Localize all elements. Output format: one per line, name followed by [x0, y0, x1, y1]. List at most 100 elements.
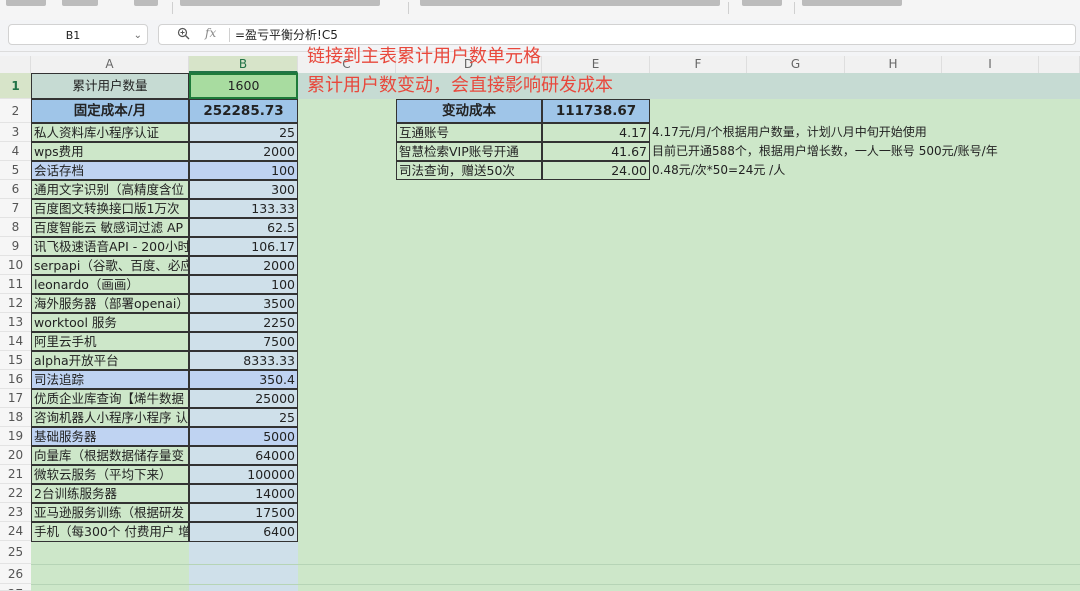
column-header-a[interactable]: A	[31, 56, 189, 73]
variable-cost-note[interactable]: 4.17元/月/个根据用户数量，计划八月中旬开始使用	[652, 123, 927, 142]
fixed-cost-item-value[interactable]: 100	[189, 161, 298, 180]
fixed-cost-item-name[interactable]: 阿里云手机	[31, 332, 189, 351]
row-header[interactable]: 8	[0, 218, 31, 237]
user-count-label[interactable]: 累计用户数量	[31, 73, 189, 99]
row-header[interactable]: 3	[0, 123, 31, 142]
variable-cost-note[interactable]: 0.48元/次*50=24元 /人	[652, 161, 785, 180]
fixed-cost-item-value[interactable]: 8333.33	[189, 351, 298, 370]
fixed-cost-item-name[interactable]: serpapi（谷歌、百度、必应	[31, 256, 189, 275]
column-header-b[interactable]: B	[189, 56, 298, 73]
fixed-cost-item-name[interactable]: 手机（每300个 付费用户 增	[31, 522, 189, 542]
row-header[interactable]: 4	[0, 142, 31, 161]
fixed-cost-item-name[interactable]: 微软云服务（平均下来）	[31, 465, 189, 484]
fixed-cost-item-name[interactable]: leonardo（画画）	[31, 275, 189, 294]
fixed-cost-item-name[interactable]: wps费用	[31, 142, 189, 161]
row-header[interactable]: 20	[0, 446, 31, 465]
row-header[interactable]: 27	[0, 584, 31, 591]
row-header[interactable]: 12	[0, 294, 31, 313]
fixed-cost-item-name[interactable]: 百度智能云 敏感词过滤 AP	[31, 218, 189, 237]
fixed-cost-item-value[interactable]: 25	[189, 123, 298, 142]
variable-cost-item-value[interactable]: 24.00	[542, 161, 650, 180]
fixed-cost-item-name[interactable]: 优质企业库查询【烯牛数据	[31, 389, 189, 408]
fixed-cost-item-name[interactable]: 亚马逊服务训练（根据研发	[31, 503, 189, 522]
row-header[interactable]: 22	[0, 484, 31, 503]
fixed-cost-item-value[interactable]: 2000	[189, 256, 298, 275]
variable-cost-header[interactable]: 变动成本	[396, 99, 542, 123]
row-header[interactable]: 19	[0, 427, 31, 446]
variable-cost-item-value[interactable]: 4.17	[542, 123, 650, 142]
fixed-cost-item-name[interactable]: alpha开放平台	[31, 351, 189, 370]
fixed-cost-item-value[interactable]: 106.17	[189, 237, 298, 256]
column-header-f[interactable]: F	[650, 56, 747, 73]
row-header[interactable]: 26	[0, 564, 31, 584]
row-header[interactable]: 10	[0, 256, 31, 275]
variable-cost-item-name[interactable]: 互通账号	[396, 123, 542, 142]
row-header[interactable]: 9	[0, 237, 31, 256]
fixed-cost-item-name[interactable]: 会话存档	[31, 161, 189, 180]
row-header[interactable]: 17	[0, 389, 31, 408]
row-header[interactable]: 15	[0, 351, 31, 370]
variable-cost-total[interactable]: 111738.67	[542, 99, 650, 123]
fixed-cost-item-name[interactable]: 讯飞极速语音API - 200小时	[31, 237, 189, 256]
fixed-cost-header[interactable]: 固定成本/月	[31, 99, 189, 123]
fixed-cost-item-value[interactable]: 17500	[189, 503, 298, 522]
row-header[interactable]: 21	[0, 465, 31, 484]
fixed-cost-item-name[interactable]: 司法追踪	[31, 370, 189, 389]
fixed-cost-item-value[interactable]: 2000	[189, 142, 298, 161]
fixed-cost-item-name[interactable]: 私人资料库小程序认证	[31, 123, 189, 142]
row-header[interactable]: 1	[0, 73, 31, 99]
fixed-cost-item-name[interactable]: 咨询机器人小程序小程序 认	[31, 408, 189, 427]
fixed-cost-item-name[interactable]: 通用文字识别（高精度含位	[31, 180, 189, 199]
variable-cost-item-name[interactable]: 智慧检索VIP账号开通	[396, 142, 542, 161]
chevron-down-icon[interactable]: ⌄	[134, 25, 142, 46]
fixed-cost-item-value[interactable]: 133.33	[189, 199, 298, 218]
user-count-value[interactable]: 1600	[189, 73, 298, 99]
column-header-g[interactable]: G	[747, 56, 845, 73]
row-header[interactable]: 7	[0, 199, 31, 218]
row-header[interactable]: 2	[0, 99, 31, 123]
fixed-cost-item-value[interactable]: 300	[189, 180, 298, 199]
fixed-cost-item-value[interactable]: 5000	[189, 427, 298, 446]
column-header-i[interactable]: I	[942, 56, 1039, 73]
fixed-cost-item-value[interactable]: 2250	[189, 313, 298, 332]
fixed-cost-item-value[interactable]: 7500	[189, 332, 298, 351]
fixed-cost-item-value[interactable]: 25000	[189, 389, 298, 408]
zoom-icon[interactable]	[177, 27, 190, 43]
name-box[interactable]: B1 ⌄	[8, 24, 148, 45]
fixed-cost-item-value[interactable]: 3500	[189, 294, 298, 313]
fixed-cost-item-value[interactable]: 64000	[189, 446, 298, 465]
fixed-cost-item-name[interactable]: 海外服务器（部署openai）	[31, 294, 189, 313]
column-header-e[interactable]: E	[542, 56, 650, 73]
fixed-cost-item-name[interactable]: 向量库（根据数据储存量变	[31, 446, 189, 465]
row-header[interactable]: 23	[0, 503, 31, 522]
row-header[interactable]: 16	[0, 370, 31, 389]
fx-icon[interactable]: fx	[205, 26, 216, 40]
fixed-cost-item-name[interactable]: 2台训练服务器	[31, 484, 189, 503]
fixed-cost-item-value[interactable]: 100000	[189, 465, 298, 484]
fixed-cost-item-value[interactable]: 14000	[189, 484, 298, 503]
fixed-cost-item-name[interactable]: worktool 服务	[31, 313, 189, 332]
fixed-cost-total[interactable]: 252285.73	[189, 99, 298, 123]
row-header[interactable]: 6	[0, 180, 31, 199]
fixed-cost-item-value[interactable]: 350.4	[189, 370, 298, 389]
row-header[interactable]: 5	[0, 161, 31, 180]
fixed-cost-item-value[interactable]: 6400	[189, 522, 298, 542]
formula-text[interactable]: =盈亏平衡分析!C5	[235, 25, 338, 45]
fixed-cost-item-value[interactable]: 62.5	[189, 218, 298, 237]
variable-cost-item-name[interactable]: 司法查询，赠送50次	[396, 161, 542, 180]
variable-cost-note[interactable]: 目前已开通588个，根据用户增长数，一人一账号 500元/账号/年	[652, 142, 998, 161]
select-all-corner[interactable]	[0, 56, 31, 73]
column-header-blank[interactable]	[1039, 56, 1080, 73]
fixed-cost-item-name[interactable]: 百度图文转换接口版1万次	[31, 199, 189, 218]
row-header[interactable]: 11	[0, 275, 31, 294]
column-header-h[interactable]: H	[845, 56, 942, 73]
fixed-cost-item-value[interactable]: 100	[189, 275, 298, 294]
row-header[interactable]: 24	[0, 522, 31, 541]
row-header[interactable]: 25	[0, 541, 31, 564]
variable-cost-item-value[interactable]: 41.67	[542, 142, 650, 161]
row-header[interactable]: 13	[0, 313, 31, 332]
row-header[interactable]: 14	[0, 332, 31, 351]
row-header[interactable]: 18	[0, 408, 31, 427]
fixed-cost-item-name[interactable]: 基础服务器	[31, 427, 189, 446]
fixed-cost-item-value[interactable]: 25	[189, 408, 298, 427]
